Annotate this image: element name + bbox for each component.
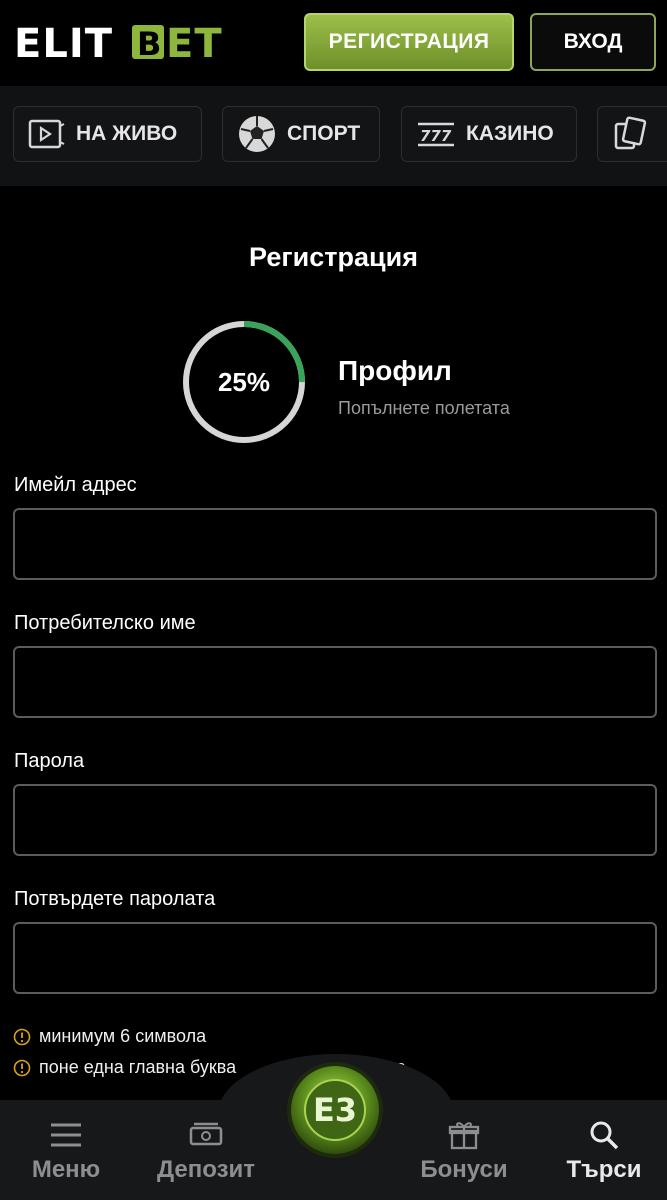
rule-text: поне една главна буква (39, 1057, 237, 1077)
bottom-nav-menu-label: Меню (31, 1156, 101, 1183)
bottom-nav-deposit[interactable]: Депозит (146, 1100, 266, 1200)
email-field[interactable] (13, 508, 657, 580)
menu-icon (51, 1123, 81, 1147)
progress-percent: 25% (217, 366, 271, 397)
tab-sport-label: СПОРТ (287, 122, 361, 145)
warning-icon (13, 1028, 31, 1045)
bottom-nav-menu[interactable]: Меню (14, 1100, 118, 1200)
tab-live[interactable]: НА ЖИВО (13, 106, 202, 162)
step-title: Профил (338, 355, 452, 386)
password-rule: минимум 6 символа (13, 1026, 206, 1047)
svg-text:B: B (137, 25, 161, 63)
elitbet-logo[interactable]: ELIT B ET (14, 22, 264, 64)
bottom-nav-search[interactable]: Търси (552, 1100, 656, 1200)
search-icon (590, 1121, 619, 1150)
gift-icon (448, 1122, 480, 1150)
tab-cards[interactable] (597, 106, 667, 162)
step-subtitle: Попълнете полетата (338, 398, 510, 418)
badge-text: E3 (313, 1091, 357, 1129)
bottom-nav-search-label: Търси (566, 1156, 642, 1183)
confirm-password-field[interactable] (13, 922, 657, 994)
elitbet-badge-icon[interactable]: E3 (285, 1060, 385, 1160)
username-label: Потребителско име (14, 612, 196, 634)
bottom-nav-bonuses-label: Бонуси (420, 1156, 508, 1183)
deposit-icon (189, 1122, 223, 1146)
bottom-nav-deposit-label: Депозит (156, 1156, 255, 1183)
svg-text:ET: ET (166, 22, 223, 64)
soccer-ball-icon (239, 116, 275, 152)
password-field[interactable] (13, 784, 657, 856)
tab-casino[interactable]: 777 КАЗИНО (401, 106, 577, 162)
svg-text:777: 777 (420, 127, 452, 145)
tab-casino-label: КАЗИНО (466, 122, 554, 145)
page-title: Регистрация (249, 242, 418, 272)
confirm-password-label: Потвърдете паролата (14, 888, 216, 910)
register-button[interactable]: РЕГИСТРАЦИЯ (304, 13, 514, 71)
username-field[interactable] (13, 646, 657, 718)
cards-icon (614, 116, 647, 150)
live-play-icon (28, 119, 65, 149)
email-label: Имейл адрес (14, 474, 137, 496)
warning-icon (13, 1059, 31, 1076)
tab-live-label: НА ЖИВО (76, 122, 178, 145)
bottom-nav-bonuses[interactable]: Бонуси (412, 1100, 516, 1200)
header: ELIT B ET РЕГИСТРАЦИЯ ВХОД (0, 0, 667, 86)
slot-777-icon: 777 (418, 122, 454, 147)
svg-text:ELIT: ELIT (14, 22, 113, 64)
category-nav: НА ЖИВО СПОРТ 777 КАЗИНО (0, 86, 667, 186)
password-label: Парола (14, 750, 85, 772)
rule-text: минимум 6 символа (39, 1026, 207, 1046)
tab-sport[interactable]: СПОРТ (222, 106, 380, 162)
password-rule: поне една главна буква (13, 1057, 236, 1078)
login-button[interactable]: ВХОД (530, 13, 656, 71)
